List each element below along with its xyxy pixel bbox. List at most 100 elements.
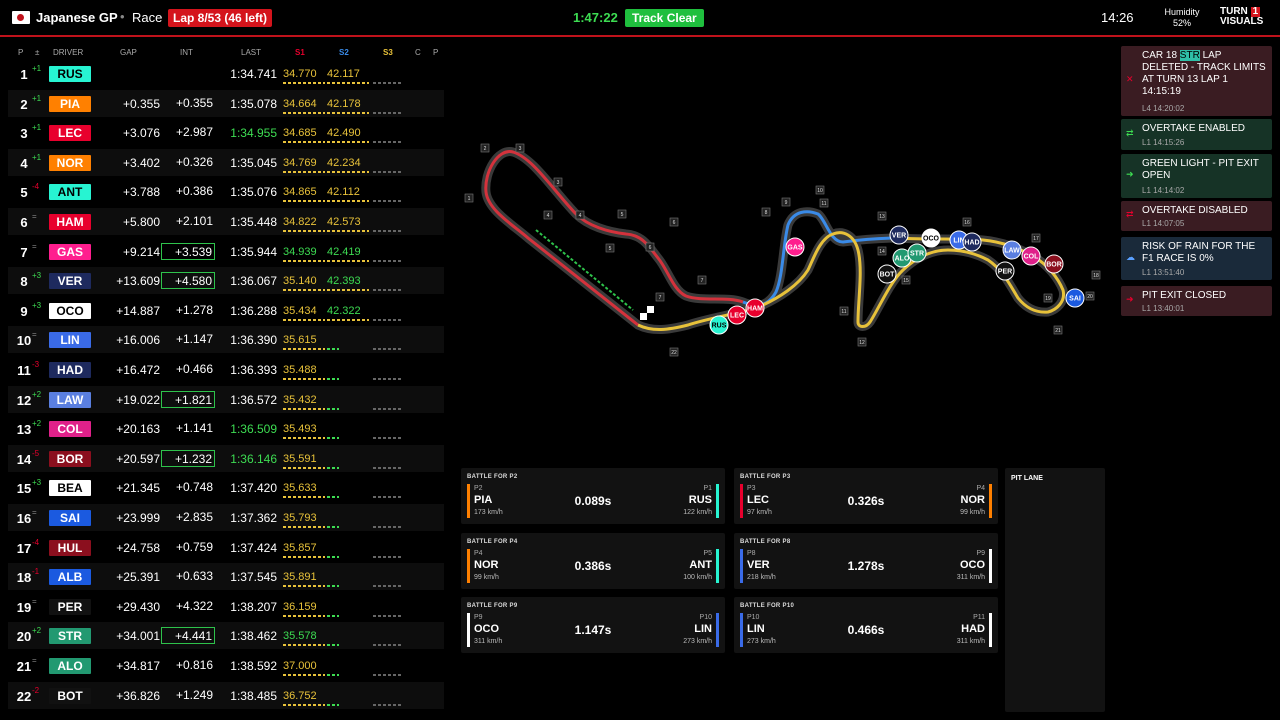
interval: +1.141 <box>175 421 213 436</box>
driver-tag[interactable]: HUL <box>49 539 91 556</box>
gap-to-leader: +3.402 <box>122 155 160 170</box>
timing-row[interactable]: 3 +1 LEC +3.076 +2.987 1:34.955 34.685 4… <box>8 119 444 146</box>
timing-row[interactable]: 5 -4 ANT +3.788 +0.386 1:35.076 34.865 4… <box>8 178 444 205</box>
car-marker[interactable]: OCO <box>921 228 941 248</box>
timing-row[interactable]: 17 -4 HUL +24.758 +0.759 1:37.424 35.857 <box>8 534 444 561</box>
header-position: P <box>18 48 24 57</box>
car-marker[interactable]: PER <box>995 261 1015 281</box>
battle-card[interactable]: BATTLE FOR P10 P10 LIN 273 km/h 0.466s P… <box>734 597 998 653</box>
timing-row[interactable]: 7 = GAS +9.214 +3.539 1:35.944 34.939 42… <box>8 238 444 265</box>
timing-row[interactable]: 22 -2 BOT +36.826 +1.249 1:38.485 36.752 <box>8 681 444 709</box>
driver-tag[interactable]: HAM <box>49 214 91 230</box>
corner-marker: 2 <box>480 143 490 153</box>
timing-row[interactable]: 10 = LIN +16.006 +1.147 1:36.390 35.615 <box>8 326 444 354</box>
timing-row[interactable]: 16 = SAI +23.999 +2.835 1:37.362 35.793 <box>8 504 444 531</box>
brand-visuals: VISUALS <box>1220 16 1264 27</box>
car-marker[interactable]: VER <box>889 225 909 245</box>
driver-tag[interactable]: PIA <box>49 95 91 112</box>
battle-card[interactable]: BATTLE FOR P3 P3 LEC 97 km/h 0.326s P4 N… <box>734 468 998 524</box>
corner-marker: 11 <box>819 198 829 208</box>
driver-tag[interactable]: STR <box>49 628 91 645</box>
driver-tag[interactable]: PER <box>49 598 91 615</box>
interval: +2.101 <box>175 214 213 228</box>
sector-3-minisectors <box>373 466 401 469</box>
car-marker[interactable]: BOR <box>1044 254 1064 274</box>
corner-marker: 6 <box>645 242 655 252</box>
race-control-message: ➜ PIT EXIT CLOSED L1 13:40:01 <box>1121 286 1272 316</box>
race-control-text-prefix: CAR 18 <box>1142 50 1180 61</box>
timing-row[interactable]: 19 = PER +29.430 +4.322 1:38.207 36.159 <box>8 593 444 620</box>
race-control-icon: ☁ <box>1126 251 1135 262</box>
driver-tag[interactable]: GAS <box>49 243 91 260</box>
driver-tag[interactable]: COL <box>49 421 91 438</box>
start-finish-flag-square <box>647 313 654 320</box>
sector-3-minisectors <box>373 259 401 262</box>
timing-row[interactable]: 11 -3 HAD +16.472 +0.466 1:36.393 35.488 <box>8 356 444 383</box>
timing-row[interactable]: 9 +3 OCO +14.887 +1.278 1:36.288 35.434 … <box>8 297 444 324</box>
timing-row[interactable]: 4 +1 NOR +3.402 +0.326 1:35.045 34.769 4… <box>8 148 444 176</box>
chasing-driver-position: P4 <box>976 485 985 492</box>
corner-marker: 18 <box>1091 270 1101 280</box>
chasing-driver-color-bar <box>716 484 719 518</box>
sector-1-minisectors <box>283 200 325 203</box>
timing-row[interactable]: 1 +1 RUS 1:34.741 34.770 42.117 <box>8 60 444 87</box>
driver-tag[interactable]: HAD <box>49 362 91 378</box>
timing-row[interactable]: 13 +2 COL +20.163 +1.141 1:36.509 35.493 <box>8 415 444 442</box>
header-change: ± <box>35 48 40 57</box>
timing-row[interactable]: 6 = HAM +5.800 +2.101 1:35.448 34.822 42… <box>8 208 444 235</box>
driver-tag[interactable]: ALB <box>49 569 91 586</box>
timing-row[interactable]: 2 +1 PIA +0.355 +0.355 1:35.078 34.664 4… <box>8 89 444 117</box>
sector-2-time: 42.234 <box>327 156 361 169</box>
driver-tag[interactable]: ALO <box>49 658 91 674</box>
sector-2-minisectors <box>327 644 339 647</box>
driver-tag[interactable]: ANT <box>49 184 91 201</box>
timing-row[interactable]: 15 +3 BEA +21.345 +0.748 1:37.420 35.633 <box>8 474 444 501</box>
car-marker[interactable]: STR <box>907 243 927 263</box>
battle-card[interactable]: BATTLE FOR P2 P2 PIA 173 km/h 0.089s P1 … <box>461 468 725 524</box>
battle-gap: 0.466s <box>847 623 885 637</box>
driver-tag[interactable]: LIN <box>49 332 91 349</box>
sector-3-minisectors <box>373 555 401 558</box>
car-marker[interactable]: LEC <box>727 305 747 325</box>
last-lap: 1:36.146 <box>230 451 277 466</box>
battle-card[interactable]: BATTLE FOR P9 P9 OCO 311 km/h 1.147s P10… <box>461 597 725 653</box>
car-label: VER <box>892 233 906 240</box>
car-marker[interactable]: GAS <box>785 237 805 257</box>
car-marker[interactable]: SAI <box>1065 288 1085 308</box>
driver-tag[interactable]: LAW <box>49 391 91 408</box>
sector-1-minisectors <box>283 466 325 469</box>
driver-tag[interactable]: RUS <box>49 66 91 82</box>
timing-row[interactable]: 21 = ALO +34.817 +0.816 1:38.592 37.000 <box>8 652 444 679</box>
corner-marker: 9 <box>781 197 791 207</box>
last-lap: 1:36.288 <box>230 303 277 318</box>
car-marker[interactable]: HAM <box>745 298 765 318</box>
timing-row[interactable]: 18 -1 ALB +25.391 +0.633 1:37.545 35.891 <box>8 563 444 591</box>
timing-row[interactable]: 8 +3 VER +13.609 +4.580 1:36.067 35.140 … <box>8 267 444 295</box>
sector-2-minisectors <box>327 437 339 440</box>
driver-tag[interactable]: BEA <box>49 480 91 497</box>
timing-row[interactable]: 20 +2 STR +34.001 +4.441 1:38.462 35.578 <box>8 622 444 650</box>
car-marker[interactable]: RUS <box>709 315 729 335</box>
timing-row[interactable]: 14 -5 BOR +20.597 +1.232 1:36.146 35.591 <box>8 444 444 472</box>
battle-card[interactable]: BATTLE FOR P4 P4 NOR 99 km/h 0.386s P5 A… <box>461 533 725 589</box>
car-marker[interactable]: HAD <box>962 232 982 252</box>
timing-row[interactable]: 12 +2 LAW +19.022 +1.821 1:36.572 35.432 <box>8 385 444 413</box>
header-last-lap: LAST <box>241 48 262 57</box>
interval: +0.759 <box>175 539 213 554</box>
sector-2-minisectors <box>327 170 369 173</box>
driver-tag[interactable]: BOT <box>49 687 91 704</box>
battle-card[interactable]: BATTLE FOR P8 P8 VER 218 km/h 1.278s P9 … <box>734 533 998 589</box>
corner-number: 4 <box>579 213 582 219</box>
car-marker[interactable]: BOT <box>877 264 897 284</box>
car-marker[interactable]: LAW <box>1002 240 1022 260</box>
car-label: GAS <box>787 245 803 252</box>
driver-tag[interactable]: BOR <box>49 450 91 467</box>
sector-1-minisectors <box>283 378 325 380</box>
driver-tag[interactable]: OCO <box>49 302 91 319</box>
car-label: ALO <box>895 256 910 263</box>
driver-tag[interactable]: NOR <box>49 154 91 171</box>
driver-tag[interactable]: VER <box>49 273 91 290</box>
driver-tag[interactable]: LEC <box>49 125 91 142</box>
car-marker[interactable]: COL <box>1021 246 1041 266</box>
driver-tag[interactable]: SAI <box>49 510 91 526</box>
